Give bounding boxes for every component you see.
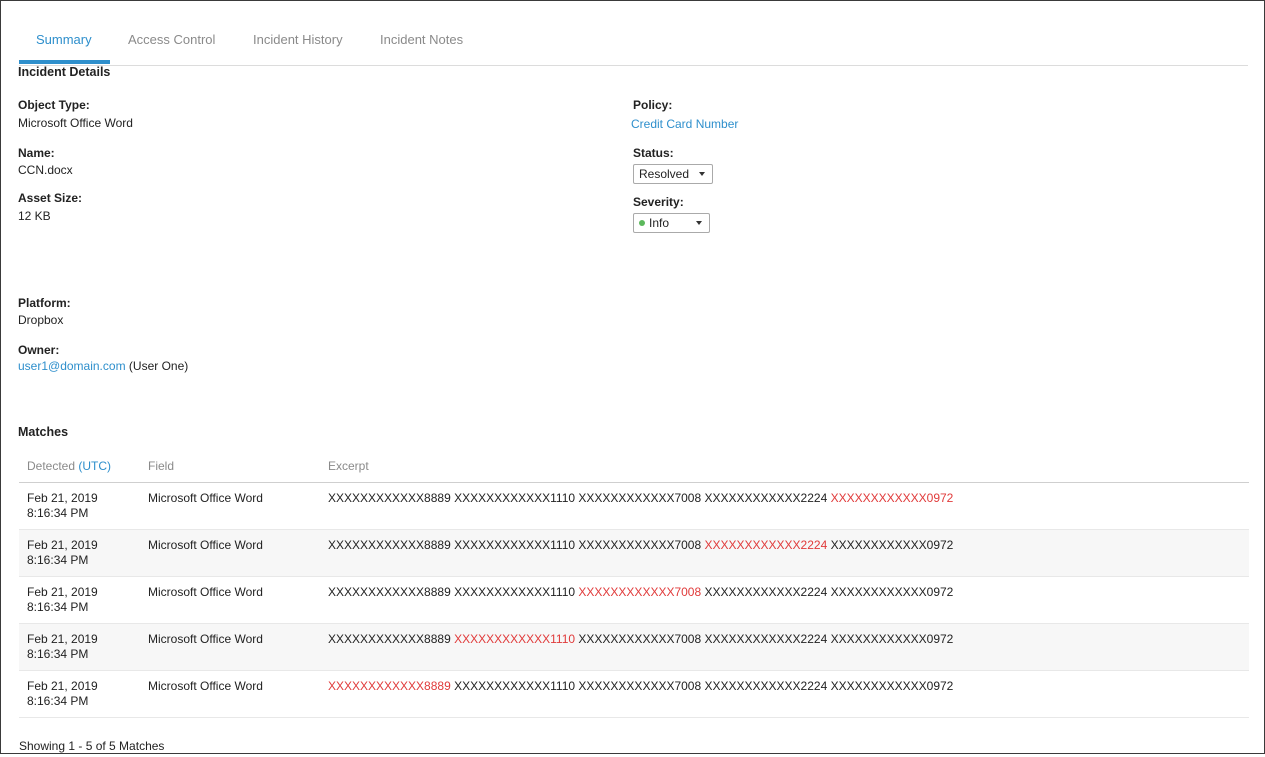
detected-time: 8:16:34 PM <box>27 506 89 520</box>
platform-label: Platform: <box>18 296 71 310</box>
excerpt-token: XXXXXXXXXXXX7008 <box>578 679 702 693</box>
tab-incident-notes[interactable]: Incident Notes <box>380 32 463 47</box>
detected-time: 8:16:34 PM <box>27 553 89 567</box>
column-excerpt: Excerpt <box>328 459 369 473</box>
pagination-summary: Showing 1 - 5 of 5 Matches <box>19 739 165 753</box>
detected-time: 8:16:34 PM <box>27 600 89 614</box>
column-field: Field <box>148 459 175 473</box>
policy-label: Policy: <box>633 98 673 112</box>
excerpt-match-highlight: XXXXXXXXXXXX8889 <box>328 679 451 693</box>
excerpt-match-highlight: XXXXXXXXXXXX7008 <box>578 585 702 599</box>
excerpt-token: XXXXXXXXXXXX8889 <box>328 538 451 552</box>
object-type-value: Microsoft Office Word <box>18 116 133 130</box>
name-label: Name: <box>18 146 55 160</box>
excerpt-token: XXXXXXXXXXXX1110 <box>454 538 576 552</box>
excerpt-token: XXXXXXXXXXXX0972 <box>830 679 954 693</box>
detected-cell: Feb 21, 2019 8:16:34 PM <box>27 491 98 521</box>
field-cell: Microsoft Office Word <box>148 679 263 693</box>
incident-panel: Summary Access Control Incident History … <box>0 0 1265 754</box>
excerpt-token: XXXXXXXXXXXX7008 <box>578 491 702 505</box>
active-tab-indicator <box>19 60 110 64</box>
detected-date: Feb 21, 2019 <box>27 585 98 599</box>
policy-link[interactable]: Credit Card Number <box>631 117 738 131</box>
object-type-label: Object Type: <box>18 98 90 112</box>
table-body: Feb 21, 2019 8:16:34 PM Microsoft Office W… <box>19 483 1249 718</box>
excerpt-token: XXXXXXXXXXXX1110 <box>454 585 576 599</box>
asset-size-value: 12 KB <box>18 209 51 223</box>
column-detected[interactable]: Detected (UTC) <box>27 459 111 473</box>
tab-bar: Summary Access Control Incident History … <box>19 25 1248 66</box>
excerpt-token: XXXXXXXXXXXX7008 <box>578 632 702 646</box>
table-row: Feb 21, 2019 8:16:34 PM Microsoft Office W… <box>19 530 1249 577</box>
detected-cell: Feb 21, 2019 8:16:34 PM <box>27 538 98 568</box>
excerpt-token: XXXXXXXXXXXX0972 <box>830 538 954 552</box>
table-row: Feb 21, 2019 8:16:34 PM Microsoft Office W… <box>19 671 1249 718</box>
tab-access-control[interactable]: Access Control <box>128 32 215 47</box>
excerpt-cell: XXXXXXXXXXXX8889 XXXXXXXXXXXX1110 XXXXXX… <box>328 538 953 552</box>
excerpt-token: XXXXXXXXXXXX7008 <box>578 538 702 552</box>
excerpt-cell: XXXXXXXXXXXX8889 XXXXXXXXXXXX1110 XXXXXX… <box>328 632 953 646</box>
name-value: CCN.docx <box>18 163 73 177</box>
matches-table: Detected (UTC) Field Excerpt Feb 21, 201… <box>19 453 1249 718</box>
incident-details-title: Incident Details <box>18 65 111 79</box>
column-detected-timezone[interactable]: (UTC) <box>78 459 111 473</box>
excerpt-cell: XXXXXXXXXXXX8889 XXXXXXXXXXXX1110 XXXXXX… <box>328 679 953 693</box>
severity-selected-value: Info <box>649 216 670 230</box>
field-cell: Microsoft Office Word <box>148 491 263 505</box>
tab-incident-history[interactable]: Incident History <box>253 32 343 47</box>
table-row: Feb 21, 2019 8:16:34 PM Microsoft Office W… <box>19 577 1249 624</box>
excerpt-token: XXXXXXXXXXXX8889 <box>328 491 451 505</box>
excerpt-token: XXXXXXXXXXXX2224 <box>704 632 828 646</box>
status-label: Status: <box>633 146 674 160</box>
excerpt-cell: XXXXXXXXXXXX8889 XXXXXXXXXXXX1110 XXXXXX… <box>328 491 953 505</box>
table-header: Detected (UTC) Field Excerpt <box>19 453 1249 483</box>
field-cell: Microsoft Office Word <box>148 585 263 599</box>
owner-email-link[interactable]: user1@domain.com <box>18 359 126 373</box>
status-selected-value: Resolved <box>639 167 690 181</box>
detected-cell: Feb 21, 2019 8:16:34 PM <box>27 632 98 662</box>
excerpt-token: XXXXXXXXXXXX1110 <box>454 491 576 505</box>
severity-indicator-icon <box>639 220 645 226</box>
excerpt-token: XXXXXXXXXXXX0972 <box>830 632 954 646</box>
detected-cell: Feb 21, 2019 8:16:34 PM <box>27 679 98 709</box>
excerpt-token: XXXXXXXXXXXX2224 <box>704 491 828 505</box>
platform-value: Dropbox <box>18 313 64 327</box>
excerpt-match-highlight: XXXXXXXXXXXX2224 <box>704 538 828 552</box>
matches-title: Matches <box>18 425 69 439</box>
status-select[interactable]: Resolved <box>633 164 713 184</box>
tab-summary[interactable]: Summary <box>36 32 92 47</box>
detected-time: 8:16:34 PM <box>27 647 89 661</box>
excerpt-token: XXXXXXXXXXXX1110 <box>454 679 576 693</box>
severity-label: Severity: <box>633 195 684 209</box>
severity-select[interactable]: Info <box>633 213 710 233</box>
field-cell: Microsoft Office Word <box>148 538 263 552</box>
excerpt-token: XXXXXXXXXXXX8889 <box>328 632 451 646</box>
table-row: Feb 21, 2019 8:16:34 PM Microsoft Office W… <box>19 624 1249 671</box>
owner-value: user1@domain.com (User One) <box>18 359 188 373</box>
detected-time: 8:16:34 PM <box>27 694 89 708</box>
chevron-down-icon <box>699 172 705 176</box>
owner-display-name: (User One) <box>128 359 189 373</box>
owner-label: Owner: <box>18 343 60 357</box>
excerpt-token: XXXXXXXXXXXX2224 <box>704 585 828 599</box>
detected-date: Feb 21, 2019 <box>27 679 98 693</box>
detected-cell: Feb 21, 2019 8:16:34 PM <box>27 585 98 615</box>
field-cell: Microsoft Office Word <box>148 632 263 646</box>
excerpt-match-highlight: XXXXXXXXXXXX1110 <box>454 632 576 646</box>
chevron-down-icon <box>696 221 702 225</box>
excerpt-cell: XXXXXXXXXXXX8889 XXXXXXXXXXXX1110 XXXXXX… <box>328 585 953 599</box>
detected-date: Feb 21, 2019 <box>27 632 98 646</box>
detected-date: Feb 21, 2019 <box>27 538 98 552</box>
excerpt-token: XXXXXXXXXXXX0972 <box>830 585 954 599</box>
detected-date: Feb 21, 2019 <box>27 491 98 505</box>
excerpt-token: XXXXXXXXXXXX2224 <box>704 679 828 693</box>
excerpt-token: XXXXXXXXXXXX8889 <box>328 585 451 599</box>
column-detected-label: Detected <box>27 459 76 473</box>
excerpt-match-highlight: XXXXXXXXXXXX0972 <box>830 491 954 505</box>
asset-size-label: Asset Size: <box>18 191 83 205</box>
table-row: Feb 21, 2019 8:16:34 PM Microsoft Office W… <box>19 483 1249 530</box>
